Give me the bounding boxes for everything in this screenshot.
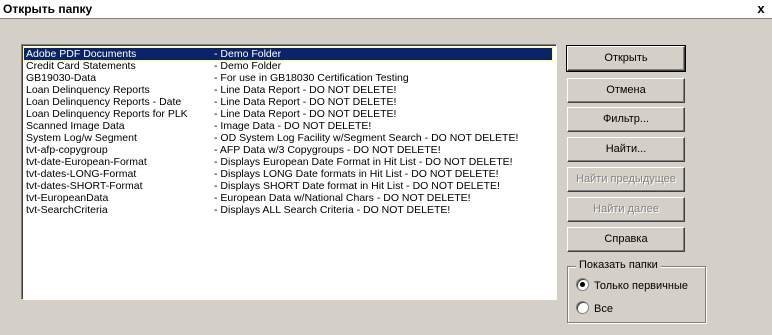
find-next-button[interactable]: Найти далее [567,197,685,222]
folder-description: - Displays European Date Format in Hit L… [214,156,513,168]
folder-name: Scanned Image Data [26,120,125,132]
folder-description: - Image Data - DO NOT DELETE! [214,120,372,132]
list-item[interactable]: System Log/w Segment - OD System Log Faci… [24,132,552,144]
folder-name: Credit Card Statements [26,60,136,72]
help-button[interactable]: Справка [567,227,685,252]
folder-name: System Log/w Segment [26,132,137,144]
folder-name: tvt-dates-LONG-Format [26,168,137,180]
folder-name: Loan Delinquency Reports for PLK [26,108,188,120]
list-item[interactable]: tvt-date-European-Format - Displays Europ… [24,156,552,168]
folder-name: tvt-dates-SHORT-Format [26,180,143,192]
title-bar: Открыть папку x [0,0,772,19]
radio-primary-only-label: Только первичные [594,280,689,292]
folder-description: - OD System Log Facility w/Segment Searc… [214,132,519,144]
list-item[interactable]: tvt-dates-LONG-Format - Displays LONG Dat… [24,168,552,180]
folder-name: Adobe PDF Documents [26,48,137,60]
folder-description: - Demo Folder [214,60,282,72]
radio-all-indicator[interactable] [576,301,589,314]
close-icon[interactable]: x [754,1,768,17]
list-item[interactable]: Adobe PDF Documents - Demo Folder [23,47,553,61]
list-item[interactable]: Loan Delinquency Reports - Date - Line Da… [24,96,552,108]
radio-all[interactable]: Все [576,301,613,315]
list-item[interactable]: tvt-SearchCriteria - Displays ALL Search … [24,204,552,216]
folder-name: Loan Delinquency Reports - Date [26,96,182,108]
folder-description: - Displays ALL Search Criteria - DO NOT … [214,204,451,216]
folder-description: - Displays SHORT Date format in Hit List… [214,180,500,192]
folder-name: tvt-afp-copygroup [26,144,108,156]
list-item[interactable]: tvt-dates-SHORT-Format - Displays SHORT D… [24,180,552,192]
folder-list[interactable]: Adobe PDF Documents - Demo Folder Credit C… [21,44,557,300]
folder-description: - Displays LONG Date formats in Hit List… [214,168,499,180]
folder-description: - Line Data Report - DO NOT DELETE! [214,108,397,120]
list-item[interactable]: Scanned Image Data - Image Data - DO NOT … [24,120,552,132]
folder-name: GB19030-Data [26,72,97,84]
folder-name: tvt-SearchCriteria [26,204,108,216]
cancel-button[interactable]: Отмена [567,78,685,103]
folder-name: tvt-date-European-Format [26,156,147,168]
list-item[interactable]: GB19030-Data - For use in GB18030 Certifi… [24,72,552,84]
radio-primary-only[interactable]: Только первичные [576,278,688,292]
folder-description: - Demo Folder [214,48,282,60]
folder-description: - Line Data Report - DO NOT DELETE! [214,84,397,96]
radio-all-label: Все [594,303,613,315]
list-item[interactable]: tvt-EuropeanData - European Data w/Nation… [24,192,552,204]
show-folders-label: Показать папки [576,259,661,271]
dialog-title: Открыть папку [3,2,93,16]
find-previous-button[interactable]: Найти предыдущее [567,167,685,192]
list-item[interactable]: Credit Card Statements - Demo Folder [24,60,552,72]
open-folder-dialog: Открыть папку x Adobe PDF Documents - Dem… [0,0,772,335]
folder-description: - AFP Data w/3 Copygroups - DO NOT DELET… [214,144,441,156]
folder-description: - European Data w/National Chars - DO NO… [214,192,471,204]
folder-description: - For use in GB18030 Certification Testi… [214,72,409,84]
filter-button[interactable]: Фильтр... [567,107,685,132]
list-item[interactable]: Loan Delinquency Reports - Line Data Repo… [24,84,552,96]
radio-primary-only-indicator[interactable] [576,278,589,291]
folder-description: - Line Data Report - DO NOT DELETE! [214,96,397,108]
find-button[interactable]: Найти... [567,137,685,162]
folder-name: tvt-EuropeanData [26,192,109,204]
folder-name: Loan Delinquency Reports [26,84,150,96]
list-item[interactable]: tvt-afp-copygroup - AFP Data w/3 Copygrou… [24,144,552,156]
show-folders-group: Показать папки Только первичные Все [567,259,706,323]
list-item[interactable]: Loan Delinquency Reports for PLK - Line D… [24,108,552,120]
open-button[interactable]: Открыть [566,45,686,72]
